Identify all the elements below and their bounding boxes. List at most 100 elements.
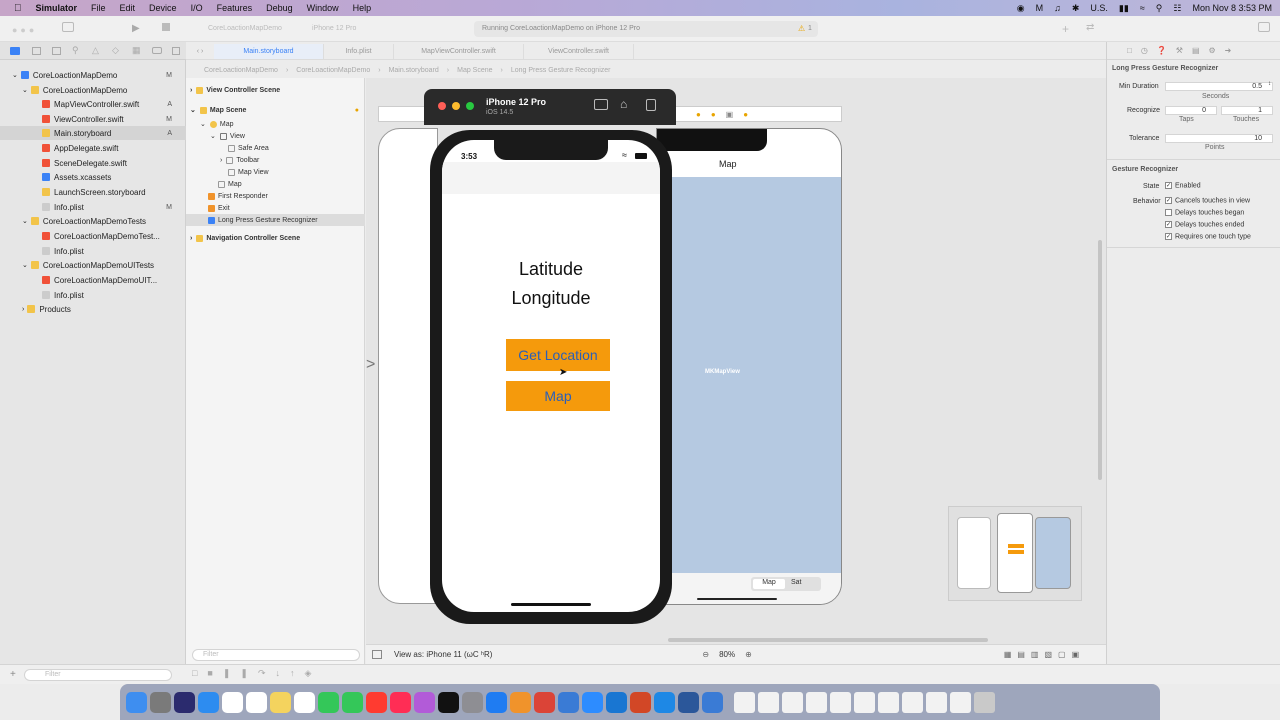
min-duration-field[interactable]: 0.5 — [1165, 82, 1273, 91]
debug-navigator-icon[interactable]: ▦ — [132, 45, 141, 56]
add-icon[interactable]: + — [1062, 22, 1069, 36]
dock-app-icon[interactable] — [414, 691, 435, 713]
dock-window-thumbnail[interactable] — [782, 691, 803, 713]
nav-item[interactable]: MapViewController.swift A — [0, 97, 186, 111]
disclosure-icon[interactable]: ⌄ — [12, 71, 18, 79]
menu-window[interactable]: Window — [307, 3, 339, 13]
datetime[interactable]: Mon Nov 8 3:53 PM — [1192, 3, 1272, 13]
nav-item[interactable]: CoreLoactionMapDemoTest... — [0, 229, 186, 243]
nav-item[interactable]: Info.plist — [0, 288, 186, 302]
minimize-button[interactable] — [452, 102, 460, 110]
simulator-window-titlebar[interactable]: iPhone 12 Pro iOS 14.5 ⌂ — [424, 89, 676, 125]
nav-item[interactable]: AppDelegate.swift — [0, 141, 186, 155]
dock-app-icon[interactable] — [342, 691, 363, 713]
trash-icon[interactable] — [974, 691, 995, 713]
outline-item[interactable]: › Toolbar — [186, 154, 365, 166]
vertical-scrollbar[interactable] — [1098, 240, 1102, 480]
sidebar-toggle-icon[interactable] — [62, 22, 74, 32]
menu-io[interactable]: I/O — [191, 3, 203, 13]
horizontal-scrollbar[interactable] — [668, 638, 988, 642]
dock-app-icon[interactable] — [222, 691, 243, 713]
nav-item[interactable]: › Products — [0, 302, 186, 316]
tab-main-storyboard[interactable]: Main.storyboard — [214, 44, 324, 59]
home-icon[interactable]: ⌂ — [620, 97, 627, 111]
malwarebytes-icon[interactable]: M — [1036, 3, 1044, 13]
nav-item-selected[interactable]: Main.storyboard A — [0, 126, 186, 140]
zoom-button[interactable] — [466, 102, 474, 110]
dock-app-icon[interactable] — [678, 691, 699, 713]
scheme-selector[interactable]: CoreLoactionMapDemo — [208, 25, 282, 32]
jump-bar-item[interactable]: CoreLoactionMapDemo — [296, 67, 370, 74]
dock-app-icon[interactable] — [390, 691, 411, 713]
outline-item[interactable]: ⌄ View — [186, 130, 365, 142]
outline-item-selected[interactable]: Long Press Gesture Recognizer — [186, 214, 365, 226]
view-as-device[interactable]: View as: iPhone 11 (ωC ʰR) — [394, 650, 492, 659]
dock-window-thumbnail[interactable] — [926, 691, 947, 713]
menu-file[interactable]: File — [91, 3, 106, 13]
jump-bar-item[interactable]: CoreLoactionMapDemo — [204, 67, 278, 74]
find-navigator-icon[interactable]: ⚲ — [72, 45, 79, 56]
symbol-navigator-icon[interactable] — [52, 47, 61, 55]
disclosure-icon[interactable]: ⌄ — [190, 106, 196, 114]
tolerance-field[interactable]: 10 — [1165, 134, 1273, 143]
dock-app-icon[interactable] — [438, 691, 459, 713]
jump-bar-item[interactable]: Long Press Gesture Recognizer — [511, 67, 611, 74]
back-icon[interactable]: ‹ › — [186, 44, 214, 59]
outline-item[interactable]: Exit — [186, 202, 365, 214]
dock-app-icon[interactable] — [198, 691, 219, 713]
disclosure-icon[interactable]: ⌄ — [22, 261, 28, 269]
dock-app-icon[interactable] — [462, 691, 483, 713]
disclosure-icon[interactable]: › — [22, 306, 24, 313]
dock-window-thumbnail[interactable] — [854, 691, 875, 713]
dock-app-icon[interactable] — [534, 691, 555, 713]
close-button[interactable] — [438, 102, 446, 110]
rotate-icon[interactable] — [646, 99, 656, 111]
tab-viewcontroller[interactable]: ViewController.swift — [524, 44, 634, 59]
dock-app-icon[interactable] — [630, 691, 651, 713]
dock-app-icon[interactable] — [654, 691, 675, 713]
disclosure-icon[interactable]: › — [190, 87, 192, 94]
zoom-out-icon[interactable]: ⊖ — [702, 650, 709, 659]
test-navigator-icon[interactable]: ◇ — [112, 45, 119, 56]
search-icon[interactable]: ⚲ — [1156, 3, 1163, 14]
zoom-level[interactable]: 80% — [719, 650, 735, 659]
nav-item[interactable]: Assets.xcassets — [0, 170, 186, 184]
dock-window-thumbnail[interactable] — [950, 691, 971, 713]
disclosure-icon[interactable]: ⌄ — [200, 120, 206, 128]
dock-app-icon[interactable] — [270, 691, 291, 713]
menu-device[interactable]: Device — [149, 3, 177, 13]
nav-item[interactable]: ⌄ CoreLoactionMapDemoTests — [0, 214, 186, 228]
jump-bar-item[interactable]: Main.storyboard — [389, 67, 439, 74]
breakpoint-navigator-icon[interactable] — [152, 47, 162, 54]
behavior-checkbox[interactable]: ✓ Cancels touches in view — [1165, 197, 1250, 204]
source-control-icon[interactable] — [32, 47, 41, 55]
outline-item[interactable]: › Navigation Controller Scene — [186, 232, 365, 244]
disclosure-icon[interactable]: ⌄ — [210, 132, 216, 140]
debug-toolbar-icons[interactable]: □■❚❚↷↓↑◈ — [192, 668, 321, 679]
dock-app-icon[interactable] — [150, 691, 171, 713]
outline-item[interactable]: Map View — [186, 166, 365, 178]
run-button[interactable]: ▶ — [132, 23, 140, 34]
apple-menu-icon[interactable]:  — [14, 3, 22, 14]
menu-app-name[interactable]: Simulator — [36, 3, 78, 13]
nav-item[interactable]: Info.plist M — [0, 200, 186, 214]
add-file-icon[interactable]: + — [10, 669, 16, 680]
code-review-icon[interactable]: ⇄ — [1086, 22, 1094, 33]
segmented-control[interactable]: Map Sat — [751, 577, 821, 591]
scene-frame-left[interactable] — [378, 128, 438, 604]
dock-app-icon[interactable] — [582, 691, 603, 713]
nav-item[interactable]: ⌄ CoreLoactionMapDemoUITests — [0, 258, 186, 272]
behavior-checkbox[interactable]: ✓ Requires one touch type — [1165, 233, 1251, 240]
enabled-checkbox[interactable]: ✓ Enabled — [1165, 182, 1201, 189]
inspector-toggle-icon[interactable] — [1258, 22, 1270, 32]
map-view[interactable]: MKMapView — [657, 177, 841, 573]
segment-sat[interactable]: Sat — [791, 579, 802, 586]
report-navigator-icon[interactable] — [172, 47, 180, 55]
dock-app-icon[interactable] — [486, 691, 507, 713]
menu-features[interactable]: Features — [217, 3, 253, 13]
jump-bar-item[interactable]: Map Scene — [457, 67, 492, 74]
input-source[interactable]: U.S. — [1090, 3, 1108, 13]
outline-item[interactable]: ⌄ Map — [186, 118, 365, 130]
navigator-filter[interactable]: Filter — [24, 669, 172, 681]
map-button[interactable]: Map — [506, 381, 610, 411]
